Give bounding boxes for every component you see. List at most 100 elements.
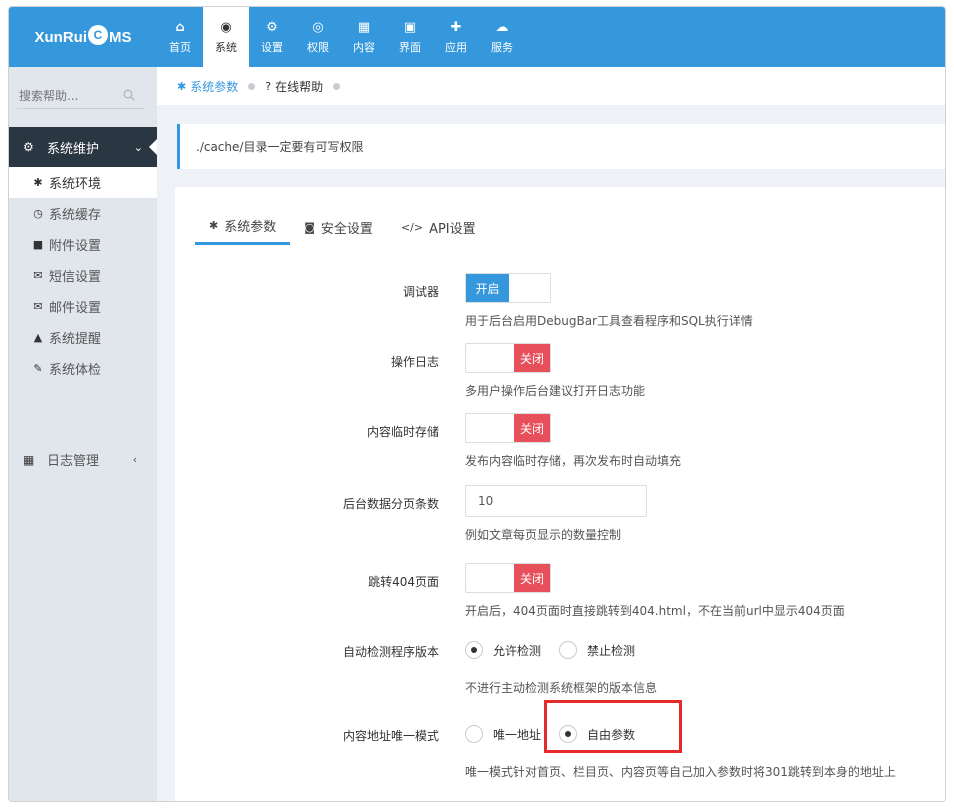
- sidebar-item-label: 系统提醒: [49, 332, 102, 347]
- breadcrumb-label: 在线帮助: [275, 79, 324, 94]
- sidebar-item-reminders[interactable]: ▲ 系统提醒: [9, 322, 157, 353]
- version-check-radios: 允许检测 禁止检测: [465, 637, 657, 663]
- url-mode-radios: 唯一地址 自由参数: [465, 721, 896, 747]
- radio-deny-check[interactable]: 禁止检测: [559, 641, 635, 659]
- radio-label: 唯一地址: [493, 727, 542, 742]
- sidebar-item-label: 系统体检: [49, 363, 102, 378]
- wrench-icon: ✎: [33, 362, 43, 375]
- sidebar-item-label: 附件设置: [49, 239, 102, 254]
- toggle-off-label: 关闭: [514, 414, 550, 442]
- radio-circle: [465, 641, 483, 659]
- tab-label: 系统参数: [224, 220, 277, 235]
- settings-panel: ✱ 系统参数 ◙ 安全设置 </> API设置 调试器 开启 用于后台启用DebugB…: [175, 187, 945, 801]
- sidebar-item-label: 邮件设置: [49, 301, 102, 316]
- tempsave-toggle[interactable]: 关闭: [465, 413, 551, 443]
- gears-icon: ⚙: [266, 19, 278, 35]
- question-icon: ?: [265, 79, 272, 93]
- nav-permissions[interactable]: ◎ 权限: [295, 7, 341, 67]
- field-help: 开启后，404页面时直接跳转到404.html，不在当前url中显示404页面: [465, 604, 845, 618]
- code-icon: </>: [400, 220, 424, 234]
- nav-label: 应用: [445, 40, 467, 54]
- field-help: 不进行主动检测系统框架的版本信息: [465, 681, 658, 695]
- search-icon[interactable]: [123, 89, 135, 101]
- nav-label: 系统: [215, 40, 237, 54]
- sidebar-items: ✱ 系统环境 ◷ 系统缓存 ■ 附件设置 ✉ 短信设置 ✉ 邮件设置 ▲ 系统提醒 ✎ 系统体…: [9, 167, 157, 384]
- top-nav: ⌂ 首页 ◉ 系统 ⚙ 设置 ◎ 权限 ▦ 内容 ▣ 界面 ✚ 应用 ☁ 服务: [157, 7, 525, 67]
- radio-free-params[interactable]: 自由参数: [559, 725, 635, 743]
- tab-system-params[interactable]: ✱ 系统参数: [195, 209, 291, 245]
- field-label: 操作日志: [390, 355, 439, 369]
- field-help: 用于后台启用DebugBar工具查看程序和SQL执行详情: [465, 314, 753, 328]
- logo[interactable]: XunRui C MS: [9, 7, 157, 67]
- nav-label: 首页: [169, 40, 191, 54]
- gear-icon: ✱: [33, 176, 43, 189]
- debugger-toggle[interactable]: 开启: [465, 273, 551, 303]
- sidebar-item-sms[interactable]: ✉ 短信设置: [9, 260, 157, 291]
- logo-drop-icon: C: [88, 25, 108, 45]
- breadcrumb-online-help[interactable]: ? 在线帮助: [265, 78, 323, 95]
- logo-text-post: MS: [109, 28, 132, 46]
- sidebar-group-logs[interactable]: ▦ 日志管理 ‹: [9, 444, 157, 475]
- tab-label: 安全设置: [320, 221, 373, 237]
- nav-apps[interactable]: ✚ 应用: [433, 7, 479, 67]
- chevron-down-icon: ⌄: [133, 140, 143, 154]
- field-label: 跳转404页面: [368, 575, 439, 589]
- cloud-icon: ☁: [495, 19, 509, 35]
- radio-label: 允许检测: [493, 643, 542, 658]
- puzzle-icon: ✚: [450, 19, 462, 35]
- field-label: 后台数据分页条数: [342, 497, 439, 511]
- clock-icon: ◷: [33, 207, 43, 220]
- tab-security[interactable]: ◙ 安全设置: [290, 209, 387, 245]
- nav-settings[interactable]: ⚙ 设置: [249, 7, 295, 67]
- tab-label: API设置: [429, 221, 476, 237]
- breadcrumb-separator: [333, 82, 341, 90]
- radio-dot: [471, 647, 477, 653]
- chevron-left-icon: ‹: [132, 453, 137, 466]
- radio-dot: [565, 731, 572, 737]
- breadcrumb-separator: [248, 82, 256, 90]
- toggle-off-label: 关闭: [514, 564, 550, 592]
- nav-label: 服务: [491, 40, 513, 54]
- app-frame: XunRui C MS ⌂ 首页 ◉ 系统 ⚙ 设置 ◎ 权限 ▦ 内容 ▣ 界面 ✚ 应用 ☁ 服…: [8, 6, 946, 802]
- logo-text-pre: XunRui: [34, 28, 88, 46]
- cache-notice: ./cache/目录一定要有可写权限: [177, 124, 945, 169]
- nav-services[interactable]: ☁ 服务: [479, 7, 525, 67]
- tab-api[interactable]: </> API设置: [387, 209, 490, 245]
- nav-label: 设置: [261, 40, 283, 54]
- envelope-icon: ✉: [33, 269, 43, 282]
- field-help: 例如文章每页显示的数量控制: [465, 528, 622, 542]
- breadcrumb-system-params[interactable]: ✱ 系统参数: [177, 78, 238, 95]
- nav-interface[interactable]: ▣ 界面: [387, 7, 433, 67]
- field-label: 自动检测程序版本: [342, 645, 439, 659]
- radio-unique-url[interactable]: 唯一地址: [465, 725, 541, 743]
- nav-label: 界面: [399, 40, 421, 54]
- nav-system[interactable]: ◉ 系统: [203, 7, 249, 67]
- sidebar-item-environment[interactable]: ✱ 系统环境: [9, 167, 157, 198]
- nav-content[interactable]: ▦ 内容: [341, 7, 387, 67]
- user-circle-icon: ◎: [312, 19, 324, 35]
- nav-label: 内容: [353, 40, 375, 54]
- gear-icon: ⚙: [23, 140, 34, 154]
- sidebar-group-system-maintenance[interactable]: ⚙ 系统维护 ⌄: [9, 127, 157, 167]
- radio-allow-check[interactable]: 允许检测: [465, 641, 541, 659]
- html5-icon: ▣: [403, 19, 417, 35]
- radio-circle: [559, 725, 578, 743]
- pagesize-input[interactable]: [465, 485, 647, 517]
- breadcrumb-label: 系统参数: [190, 79, 239, 94]
- jump404-toggle[interactable]: 关闭: [465, 563, 551, 593]
- calendar-icon: ▦: [23, 452, 35, 467]
- top-header: XunRui C MS ⌂ 首页 ◉ 系统 ⚙ 设置 ◎ 权限 ▦ 内容 ▣ 界面 ✚ 应用 ☁ 服…: [9, 7, 945, 67]
- field-label: 调试器: [402, 285, 439, 299]
- oplog-toggle[interactable]: 关闭: [465, 343, 551, 373]
- sidebar-item-email[interactable]: ✉ 邮件设置: [9, 291, 157, 322]
- field-label: 内容临时存储: [366, 425, 439, 439]
- field-help: 多用户操作后台建议打开日志功能: [465, 384, 646, 398]
- lock-icon: ◙: [304, 220, 315, 234]
- sidebar-item-attachments[interactable]: ■ 附件设置: [9, 229, 157, 260]
- globe-icon: ◉: [220, 19, 232, 35]
- breadcrumb: ✱ 系统参数 ? 在线帮助: [157, 67, 945, 105]
- sidebar-item-cache[interactable]: ◷ 系统缓存: [9, 198, 157, 229]
- sidebar-item-checkup[interactable]: ✎ 系统体检: [9, 353, 157, 384]
- active-notch: [149, 139, 157, 155]
- nav-home[interactable]: ⌂ 首页: [157, 7, 203, 67]
